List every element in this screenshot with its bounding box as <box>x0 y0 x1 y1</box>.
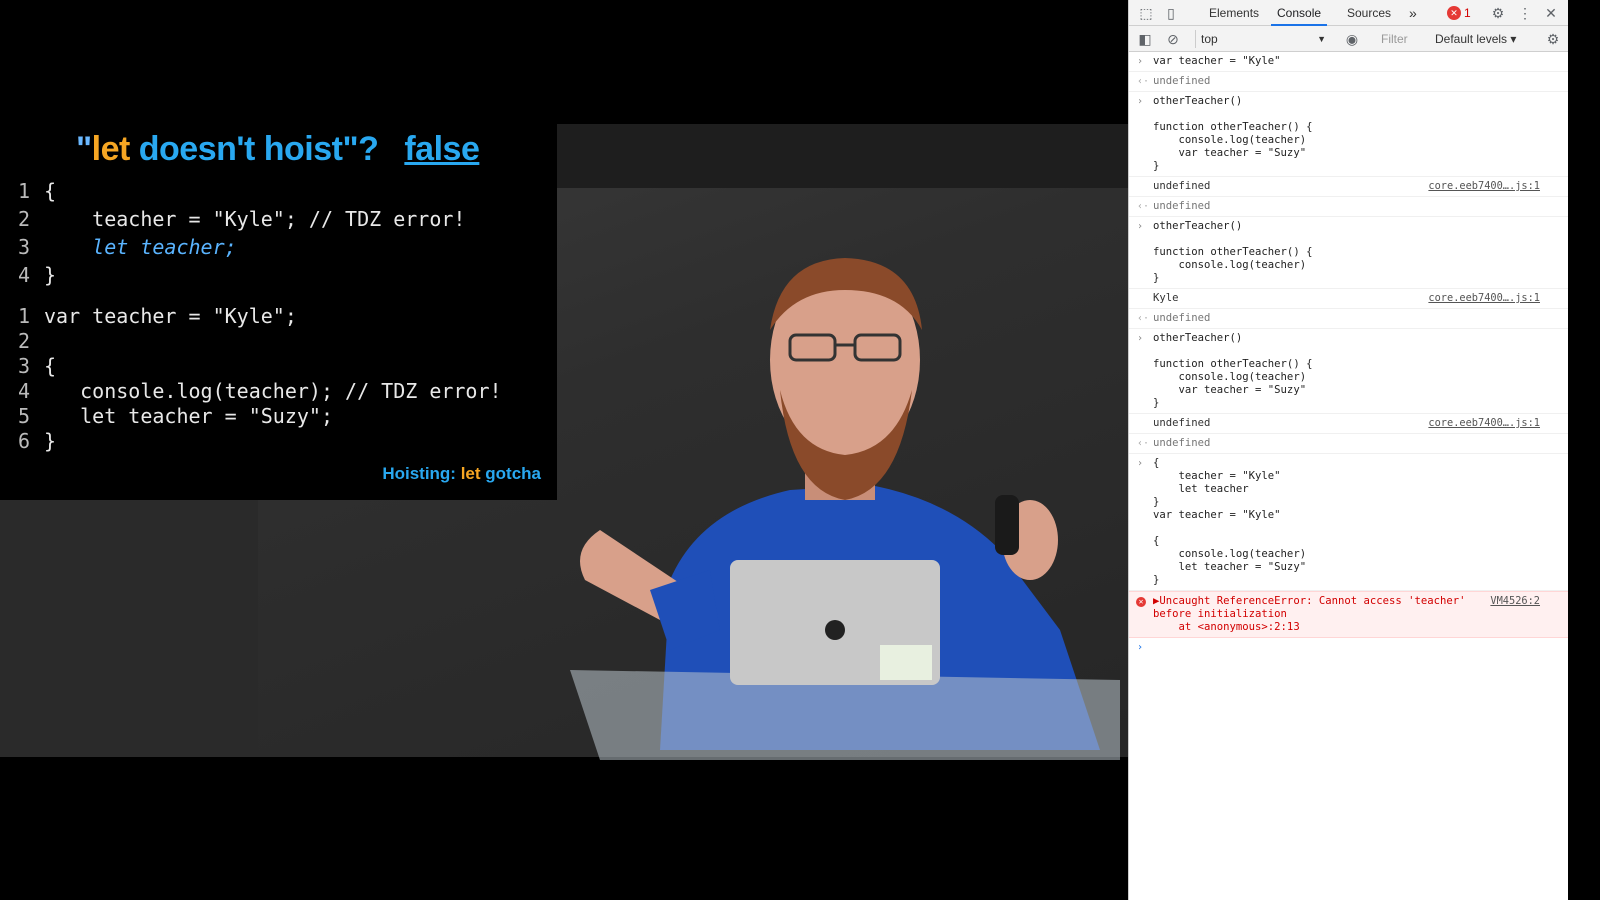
console-entry-result: ‹· undefined <box>1129 434 1568 454</box>
console-entry-input: › var teacher = "Kyle" <box>1129 52 1568 72</box>
slide-footer: Hoisting: let gotcha <box>382 464 541 483</box>
tab-sources[interactable]: Sources <box>1347 0 1391 26</box>
console-entry-text: var teacher = "Kyle" <box>1153 55 1281 67</box>
close-icon[interactable]: ✕ <box>1543 5 1559 21</box>
kebab-menu-icon[interactable]: ⋮ <box>1517 5 1533 21</box>
console-entry-input: › otherTeacher() function otherTeacher() … <box>1129 329 1568 414</box>
console-entry-prompt[interactable]: › <box>1129 638 1568 660</box>
code-line: 4 console.log(teacher); // TDZ error! <box>18 379 502 403</box>
console-entry-text: otherTeacher() function otherTeacher() {… <box>1153 332 1313 409</box>
log-levels-dropdown[interactable]: Default levels ▾ <box>1435 30 1516 48</box>
prompt-arrow-icon: › <box>1137 96 1144 107</box>
code-line: 5 let teacher = "Suzy"; <box>18 404 333 428</box>
result-arrow-icon: ‹· <box>1137 438 1150 449</box>
console-entry-text: otherTeacher() function otherTeacher() {… <box>1153 95 1313 172</box>
console-entry-result: ‹· undefined <box>1129 197 1568 217</box>
console-entry-text: undefined <box>1153 312 1211 324</box>
code-block-2: 1 var teacher = "Kyle"; 2 3{ 4 console.lo… <box>0 124 502 453</box>
console-entry-text: { teacher = "Kyle" let teacher } var tea… <box>1153 457 1307 586</box>
console-entry-text: ▶Uncaught ReferenceError: Cannot access … <box>1153 595 1466 633</box>
console-entry-text: undefined <box>1153 180 1211 192</box>
error-icon[interactable]: ✕ <box>1447 6 1461 20</box>
result-arrow-icon: ‹· <box>1137 76 1150 87</box>
source-link[interactable]: core.eeb7400….js:1 <box>1428 180 1540 193</box>
more-tabs-icon[interactable]: » <box>1409 0 1417 26</box>
console-entry-result: ‹· undefined <box>1129 309 1568 329</box>
console-entry-text: Kyle <box>1153 292 1179 304</box>
source-link[interactable]: core.eeb7400….js:1 <box>1428 417 1540 430</box>
live-expression-eye-icon[interactable]: ◉ <box>1344 31 1360 47</box>
code-line: 3{ <box>18 354 57 378</box>
code-line: 6} <box>18 429 57 453</box>
error-icon: ✕ <box>1136 597 1146 607</box>
inspect-element-icon[interactable]: ⬚ <box>1138 5 1154 21</box>
code-line: 2 <box>18 329 31 353</box>
console-entry-log: undefined core.eeb7400….js:1 <box>1129 414 1568 434</box>
console-entry-input: › otherTeacher() function otherTeacher() … <box>1129 217 1568 289</box>
code-line: 2 teacher = "Kyle"; // TDZ error! <box>18 207 466 231</box>
filter-input[interactable]: Filter <box>1375 30 1427 48</box>
console-entry-text: undefined <box>1153 200 1211 212</box>
console-entry-log: undefined core.eeb7400….js:1 <box>1129 177 1568 197</box>
slide-title: "let doesn't hoist"? false <box>76 130 480 168</box>
presenter-figure <box>570 258 1120 760</box>
console-entry-input: › { teacher = "Kyle" let teacher } var te… <box>1129 454 1568 591</box>
result-arrow-icon: ‹· <box>1137 313 1150 324</box>
console-entry-result: ‹· undefined <box>1129 72 1568 92</box>
stage-backdrop-left <box>0 500 258 757</box>
clear-console-icon[interactable]: ⊘ <box>1165 31 1181 47</box>
title-answer: false <box>404 130 480 168</box>
context-selector[interactable]: top ▼ <box>1195 30 1330 48</box>
console-entry-text: undefined <box>1153 417 1211 429</box>
console-entry-log: Kyle core.eeb7400….js:1 <box>1129 289 1568 309</box>
devtools-tabbar: ⬚ ▯ Elements Console Sources » ✕ 1 ⚙ ⋮ ✕ <box>1129 0 1568 26</box>
prompt-arrow-icon: › <box>1137 56 1144 67</box>
prompt-arrow-icon: › <box>1137 333 1144 344</box>
result-arrow-icon: ‹· <box>1137 201 1150 212</box>
tab-elements[interactable]: Elements <box>1209 0 1259 26</box>
console-settings-gear-icon[interactable]: ⚙ <box>1545 31 1561 47</box>
device-toolbar-icon[interactable]: ▯ <box>1163 5 1179 21</box>
console-entry-text: undefined <box>1153 75 1211 87</box>
stage-backdrop-top <box>557 124 1128 188</box>
dropdown-arrow-icon: ▼ <box>1317 34 1326 44</box>
source-link[interactable]: core.eeb7400….js:1 <box>1428 292 1540 305</box>
video-player[interactable]: "let doesn't hoist"? false 1{ 2 teacher =… <box>0 0 1128 900</box>
slide: "let doesn't hoist"? false 1{ 2 teacher =… <box>0 124 557 500</box>
prompt-arrow-icon: › <box>1137 221 1144 232</box>
source-link[interactable]: VM4526:2 <box>1490 595 1540 608</box>
console-output[interactable]: › var teacher = "Kyle" ‹· undefined › otherTe… <box>1129 52 1568 660</box>
tab-console[interactable]: Console <box>1271 0 1328 26</box>
title-keyword: let <box>91 130 131 168</box>
code-line: 1 var teacher = "Kyle"; <box>18 304 297 328</box>
sidebar-toggle-icon[interactable]: ◧ <box>1137 31 1153 47</box>
console-entry-text: otherTeacher() function otherTeacher() {… <box>1153 220 1313 284</box>
settings-gear-icon[interactable]: ⚙ <box>1490 5 1506 21</box>
devtools-panel: ⬚ ▯ Elements Console Sources » ✕ 1 ⚙ ⋮ ✕… <box>1128 0 1568 900</box>
console-entry-text: undefined <box>1153 437 1211 449</box>
prompt-arrow-icon: › <box>1137 642 1144 653</box>
console-toolbar: ◧ ⊘ top ▼ ◉ Filter Default levels ▾ ⚙ <box>1129 26 1568 52</box>
console-entry-error: ✕ ▶Uncaught ReferenceError: Cannot access… <box>1129 591 1568 638</box>
prompt-arrow-icon: › <box>1137 458 1144 469</box>
error-count[interactable]: 1 <box>1464 0 1471 26</box>
console-entry-input: › otherTeacher() function otherTeacher() … <box>1129 92 1568 177</box>
